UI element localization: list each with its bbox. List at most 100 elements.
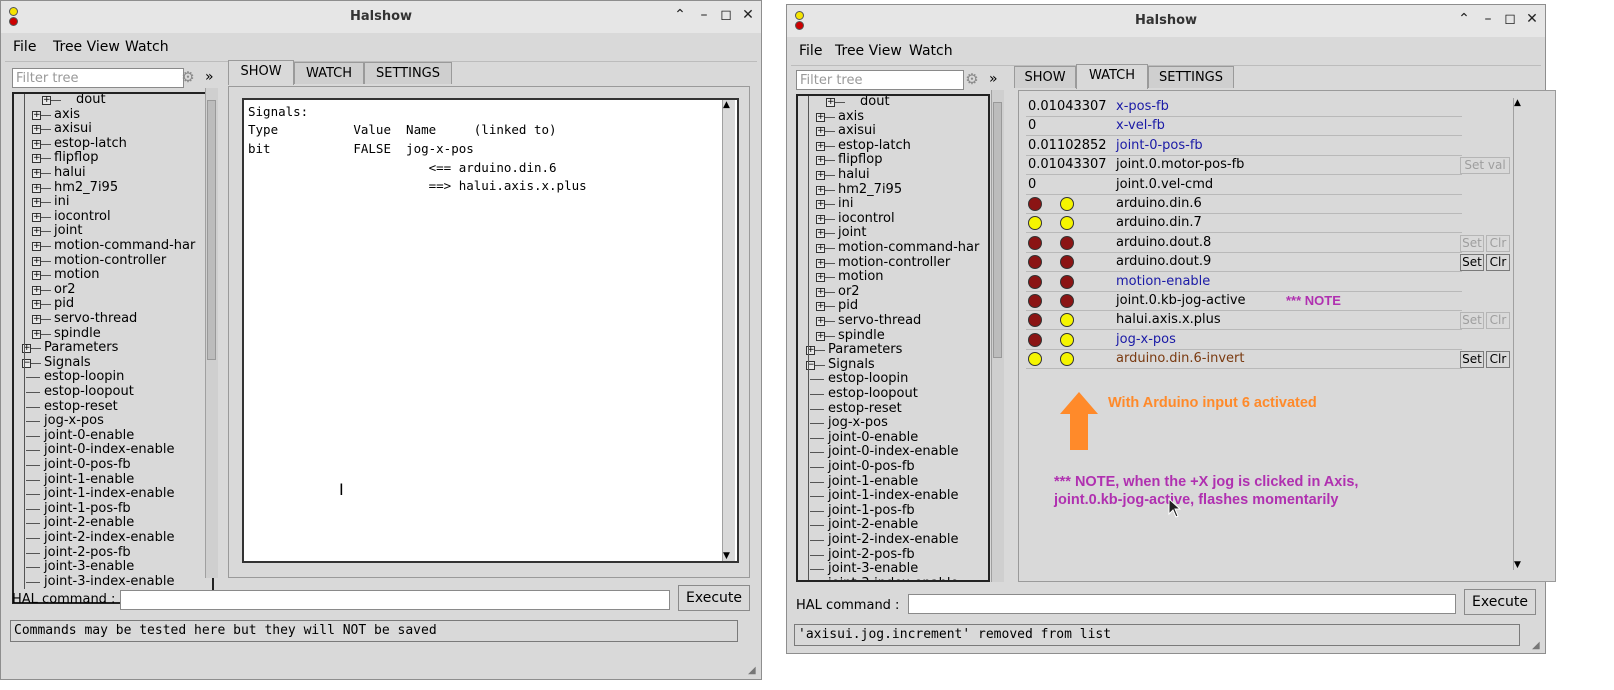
expand-icon[interactable]: +: [816, 229, 825, 239]
resize-grip-icon[interactable]: ◢: [748, 665, 760, 677]
expand-icon[interactable]: +: [32, 329, 41, 339]
filter-tree-input[interactable]: Filter tree: [796, 70, 964, 90]
menu-watch[interactable]: Watch: [125, 39, 169, 55]
expand-icon[interactable]: +: [42, 96, 51, 105]
expand-icon[interactable]: +: [32, 154, 41, 164]
expand-icon[interactable]: +: [816, 317, 825, 326]
watch-name[interactable]: x-vel-fb: [1116, 118, 1165, 133]
scroll-up-icon[interactable]: ▲: [723, 100, 730, 110]
tab-settings[interactable]: SETTINGS: [1148, 66, 1234, 88]
expand-icon[interactable]: +: [816, 214, 825, 224]
titlebar[interactable]: Halshow ⌃ – ◻ ✕: [1, 1, 761, 33]
expand-icon[interactable]: +: [816, 258, 825, 268]
tab-watch[interactable]: WATCH: [1076, 64, 1148, 89]
tree-scroll-thumb[interactable]: [207, 100, 216, 360]
tree-scrollbar[interactable]: [991, 90, 1004, 582]
watch-name[interactable]: arduino.din.7: [1116, 215, 1202, 230]
expand-icon[interactable]: +: [32, 198, 41, 208]
right-tree-view[interactable]: + dout + axis + axisui + estop-latch + flipflop + h…: [796, 94, 990, 582]
expand-icon[interactable]: +: [32, 271, 41, 281]
execute-button[interactable]: Execute: [678, 585, 750, 611]
expand-icon[interactable]: +: [32, 139, 41, 149]
hal-command-input[interactable]: [908, 594, 1456, 614]
tab-show[interactable]: SHOW: [1014, 66, 1076, 88]
expand-icon[interactable]: +: [32, 285, 41, 295]
menu-file[interactable]: File: [799, 43, 822, 59]
tree-scroll-thumb[interactable]: [993, 102, 1002, 358]
expand-icon[interactable]: +: [816, 200, 825, 210]
left-tree-view[interactable]: + dout + axis + axisui + estop-latch + flipflop + h…: [12, 92, 214, 604]
show-text-area[interactable]: Signals: Type Value Name (linked to) bit…: [242, 98, 739, 563]
close-icon[interactable]: ✕: [1523, 11, 1541, 27]
expand-icon[interactable]: +: [32, 183, 41, 193]
watch-scrollbar[interactable]: ▲ ▼: [1513, 98, 1526, 570]
expand-icon[interactable]: +: [32, 300, 41, 310]
expand-icon[interactable]: +: [816, 127, 825, 137]
watch-name[interactable]: joint.0.vel-cmd: [1116, 177, 1213, 192]
clear-button[interactable]: Clr: [1486, 351, 1510, 369]
watch-name[interactable]: joint.0.motor-pos-fb: [1116, 157, 1244, 172]
collapse-chevron-button[interactable]: »: [205, 69, 214, 85]
watch-name[interactable]: joint.0.kb-jog-active: [1116, 293, 1246, 308]
expand-icon[interactable]: +: [32, 315, 41, 324]
expand-icon[interactable]: +: [32, 125, 41, 135]
set-button[interactable]: Set: [1460, 312, 1484, 330]
menu-tree-view[interactable]: Tree View: [835, 43, 902, 59]
expand-icon[interactable]: +: [816, 185, 825, 195]
set-button[interactable]: Set: [1460, 254, 1484, 272]
watch-name[interactable]: joint-0-pos-fb: [1116, 138, 1203, 153]
tab-settings[interactable]: SETTINGS: [364, 62, 452, 84]
watch-name[interactable]: halui.axis.x.plus: [1116, 312, 1221, 327]
clear-button[interactable]: Clr: [1486, 234, 1510, 252]
collapse-chevron-button[interactable]: »: [989, 71, 998, 87]
set-val-button[interactable]: Set val: [1460, 157, 1510, 175]
menu-tree-view[interactable]: Tree View: [53, 39, 120, 55]
scroll-down-icon[interactable]: ▼: [723, 551, 730, 561]
expand-icon[interactable]: +: [816, 287, 825, 297]
expand-icon[interactable]: +: [816, 141, 825, 151]
expand-icon[interactable]: +: [816, 331, 825, 341]
expand-icon[interactable]: +: [816, 244, 825, 253]
watch-name[interactable]: jog-x-pos: [1116, 332, 1176, 347]
tree-scrollbar[interactable]: [205, 88, 218, 578]
minimize-icon[interactable]: –: [1479, 11, 1497, 27]
filter-tree-input[interactable]: Filter tree: [12, 68, 184, 88]
chevron-up-icon[interactable]: ⌃: [1455, 11, 1473, 27]
gear-icon[interactable]: ⚙: [180, 69, 196, 85]
watch-name[interactable]: arduino.dout.8: [1116, 235, 1211, 250]
expand-icon[interactable]: +: [32, 169, 41, 178]
expand-icon[interactable]: +: [32, 110, 41, 120]
watch-name[interactable]: x-pos-fb: [1116, 99, 1169, 114]
expand-icon[interactable]: +: [32, 256, 41, 266]
expand-icon[interactable]: +: [816, 156, 825, 166]
expand-icon[interactable]: +: [816, 171, 825, 180]
scroll-down-icon[interactable]: ▼: [1514, 560, 1521, 570]
expand-icon[interactable]: +: [32, 212, 41, 222]
show-scrollbar[interactable]: ▲ ▼: [722, 100, 735, 561]
set-button[interactable]: Set: [1460, 351, 1484, 369]
tab-watch[interactable]: WATCH: [294, 62, 364, 84]
expand-icon[interactable]: +: [816, 302, 825, 312]
watch-name[interactable]: motion-enable: [1116, 274, 1210, 289]
expand-icon[interactable]: +: [32, 242, 41, 251]
menu-file[interactable]: File: [13, 39, 36, 55]
expand-icon[interactable]: +: [826, 98, 835, 107]
chevron-up-icon[interactable]: ⌃: [671, 7, 689, 23]
clear-button[interactable]: Clr: [1486, 254, 1510, 272]
titlebar[interactable]: Halshow ⌃ – ◻ ✕: [787, 5, 1545, 37]
hal-command-input[interactable]: [120, 590, 670, 610]
maximize-icon[interactable]: ◻: [717, 7, 735, 23]
close-icon[interactable]: ✕: [739, 7, 757, 23]
scroll-up-icon[interactable]: ▲: [1514, 98, 1521, 108]
tab-show[interactable]: SHOW: [228, 60, 294, 85]
expand-icon[interactable]: +: [816, 112, 825, 122]
resize-grip-icon[interactable]: ◢: [1532, 640, 1544, 652]
maximize-icon[interactable]: ◻: [1501, 11, 1519, 27]
menu-watch[interactable]: Watch: [909, 43, 953, 59]
set-button[interactable]: Set: [1460, 234, 1484, 252]
watch-name[interactable]: arduino.dout.9: [1116, 254, 1211, 269]
expand-icon[interactable]: +: [32, 227, 41, 237]
expand-icon[interactable]: +: [816, 273, 825, 283]
execute-button[interactable]: Execute: [1464, 589, 1536, 615]
clear-button[interactable]: Clr: [1486, 312, 1510, 330]
